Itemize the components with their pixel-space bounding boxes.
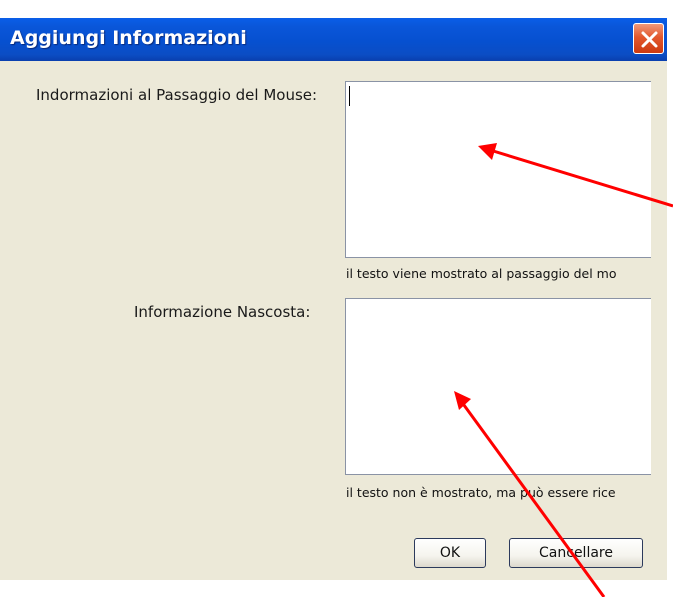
ok-button[interactable]: OK [414, 538, 486, 568]
hidden-info-textarea[interactable] [345, 298, 651, 475]
mouseover-info-label: Indormazioni al Passaggio del Mouse: [36, 86, 318, 104]
mouseover-info-textarea[interactable] [345, 81, 651, 258]
screenshot: Aggiungi Informazioni Indormazioni al Pa… [0, 0, 673, 597]
dialog-window: Aggiungi Informazioni Indormazioni al Pa… [0, 18, 667, 580]
close-button[interactable] [633, 23, 664, 54]
mouseover-info-hint: il testo viene mostrato al passaggio del… [346, 266, 617, 281]
cancel-button[interactable]: Cancellare [509, 538, 643, 568]
text-caret [349, 86, 350, 106]
close-icon [641, 31, 658, 48]
hidden-info-label: Informazione Nascosta: [134, 303, 311, 321]
title-bar[interactable]: Aggiungi Informazioni [0, 18, 667, 61]
window-title: Aggiungi Informazioni [10, 27, 247, 49]
hidden-info-hint: il testo non è mostrato, ma può essere r… [346, 485, 616, 500]
